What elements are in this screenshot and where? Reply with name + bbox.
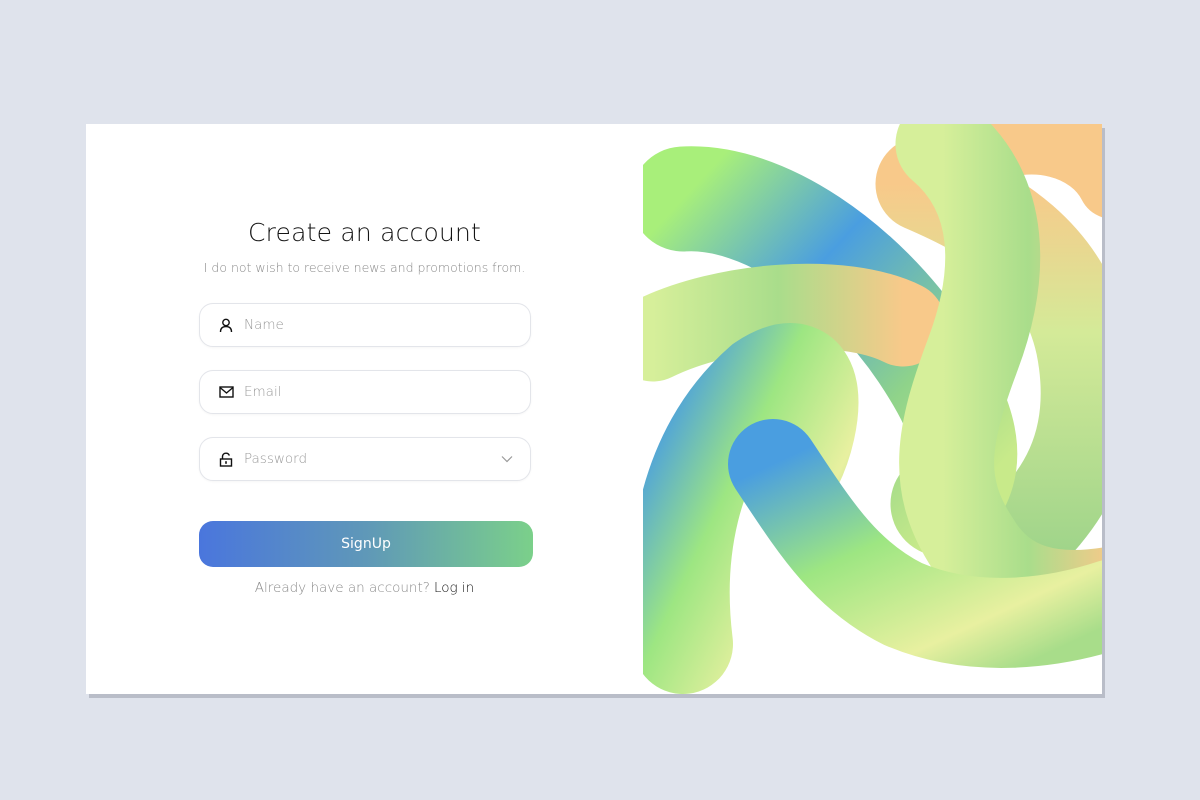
- page-subtitle: I do not wish to receive news and promot…: [203, 260, 526, 275]
- mail-icon: [218, 384, 234, 400]
- password-field[interactable]: [199, 437, 531, 481]
- password-input[interactable]: [242, 450, 500, 468]
- chevron-down-icon[interactable]: [500, 452, 514, 466]
- signup-card: Create an account I do not wish to recei…: [86, 124, 1102, 694]
- user-icon: [218, 317, 234, 333]
- tube-illustration: [610, 124, 1102, 694]
- decorative-art: [610, 124, 1102, 694]
- name-input[interactable]: [242, 316, 530, 334]
- login-row: Already have an account? Log in: [86, 580, 643, 596]
- login-link[interactable]: Log in: [434, 580, 474, 596]
- login-prompt: Already have an account?: [254, 580, 430, 596]
- email-field[interactable]: [199, 370, 531, 414]
- name-field[interactable]: [199, 303, 531, 347]
- page-title: Create an account: [247, 218, 482, 247]
- form-pane: Create an account I do not wish to recei…: [86, 124, 643, 694]
- signup-button[interactable]: SignUp: [199, 521, 533, 567]
- lock-icon: [218, 451, 234, 467]
- email-input[interactable]: [242, 383, 530, 401]
